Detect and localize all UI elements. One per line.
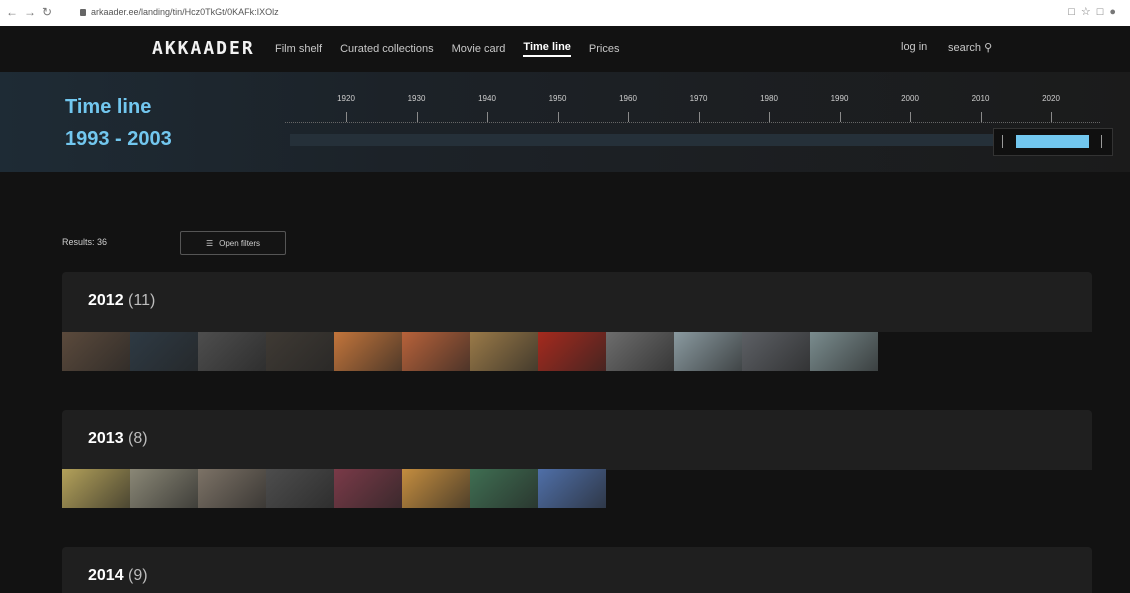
timeline-major-tick xyxy=(557,112,559,122)
film-thumbnail[interactable] xyxy=(742,332,810,371)
timeline-track[interactable] xyxy=(290,134,1000,146)
timeline-major-tick xyxy=(1051,112,1052,122)
film-thumbnail[interactable] xyxy=(538,332,606,371)
menu-item-prices[interactable]: Prices xyxy=(589,43,620,55)
year-section-2014[interactable]: 2014 (9) xyxy=(62,547,1092,593)
browser-toolbar: ←→↻ arkaader.ee/landing/tin/Hcz0TkGt/0KA… xyxy=(0,0,1130,27)
film-thumbnail[interactable] xyxy=(266,469,334,508)
timeline-major-tick xyxy=(346,112,347,122)
section-count: (8) xyxy=(128,430,148,447)
browser-nav-buttons[interactable]: ←→↻ xyxy=(6,5,58,19)
main-menu: Film shelf Curated collections Movie car… xyxy=(275,26,619,72)
site-logo[interactable]: AKKAADER xyxy=(152,38,255,59)
film-thumbnail[interactable] xyxy=(130,332,198,371)
film-thumbnail[interactable] xyxy=(470,332,538,371)
filter-icon: ☰ xyxy=(205,238,214,248)
results-count: Results: 36 xyxy=(62,237,108,247)
film-thumbnail[interactable] xyxy=(402,332,470,371)
site-header: AKKAADER Film shelf Curated collections … xyxy=(0,26,1130,72)
timeline-range: 1993 - 2003 xyxy=(65,128,172,150)
section-year: 2012 xyxy=(88,292,124,309)
film-thumbnail[interactable] xyxy=(810,332,878,371)
timeline-major-tick xyxy=(769,112,770,122)
timeline-major-tick xyxy=(628,112,629,122)
timeline-major-tick xyxy=(839,112,841,122)
timeline-year-labels: 1920 1930 1940 1950 1960 1970 1980 1990 2000 2010… xyxy=(0,94,1130,106)
year-section-2012[interactable]: 2012 (11) xyxy=(62,272,1092,332)
url-text: arkaader.ee/landing/tin/Hcz0TkGt/0KAFk:I… xyxy=(91,7,279,17)
timeline-year-label[interactable]: 1970 xyxy=(690,94,708,103)
timeline-year-label[interactable]: 1930 xyxy=(408,94,426,103)
address-bar[interactable]: arkaader.ee/landing/tin/Hcz0TkGt/0KAFk:I… xyxy=(80,4,940,20)
timeline-major-tick xyxy=(487,112,488,122)
timeline-year-label[interactable]: 1950 xyxy=(549,94,567,103)
section-count: (11) xyxy=(128,292,156,309)
open-filters-button[interactable]: ☰ Open filters xyxy=(180,231,286,255)
year-section-2013[interactable]: 2013 (8) xyxy=(62,410,1092,470)
film-thumbnail[interactable] xyxy=(266,332,334,371)
film-thumbnail[interactable] xyxy=(606,332,674,371)
section-year: 2014 xyxy=(88,567,124,584)
menu-item-time-line[interactable]: Time line xyxy=(523,41,571,57)
menu-item-curated-collections[interactable]: Curated collections xyxy=(340,43,434,55)
search-icon: ⚲ xyxy=(984,42,993,54)
timeline-major-tick xyxy=(910,112,911,122)
film-thumbnail[interactable] xyxy=(674,332,742,371)
film-thumbnail[interactable] xyxy=(62,469,130,508)
timeline-range-selector[interactable] xyxy=(993,128,1113,156)
browser-extension-icons[interactable]: □☆□● xyxy=(1068,5,1122,18)
timeline-year-label[interactable]: 1960 xyxy=(619,94,637,103)
section-year: 2013 xyxy=(88,430,124,447)
timeline-year-label[interactable]: 1920 xyxy=(337,94,355,103)
timeline-major-tick xyxy=(698,112,700,122)
range-selection-bar[interactable] xyxy=(1016,135,1089,148)
timeline-year-label[interactable]: 2000 xyxy=(901,94,919,103)
menu-item-movie-card[interactable]: Movie card xyxy=(452,43,506,55)
lock-icon xyxy=(80,9,86,16)
film-thumbnail[interactable] xyxy=(402,469,470,508)
film-thumbnail[interactable] xyxy=(198,332,266,371)
timeline-major-tick xyxy=(980,112,982,122)
section-count: (9) xyxy=(128,567,148,584)
film-thumbnail[interactable] xyxy=(334,332,402,371)
film-thumbnail[interactable] xyxy=(538,469,606,508)
range-handle-left[interactable] xyxy=(1002,135,1003,148)
film-thumbnails-2012 xyxy=(62,332,878,371)
timeline-year-label[interactable]: 1990 xyxy=(831,94,849,103)
film-thumbnail[interactable] xyxy=(470,469,538,508)
timeline-year-label[interactable]: 2020 xyxy=(1042,94,1060,103)
film-thumbnail[interactable] xyxy=(130,469,198,508)
film-thumbnails-2013 xyxy=(62,469,606,508)
timeline-year-label[interactable]: 1980 xyxy=(760,94,778,103)
menu-item-film-shelf[interactable]: Film shelf xyxy=(275,43,322,55)
timeline-year-label[interactable]: 1940 xyxy=(478,94,496,103)
film-thumbnail[interactable] xyxy=(198,469,266,508)
open-filters-label: Open filters xyxy=(219,238,261,248)
timeline-ruler xyxy=(285,112,1100,123)
range-handle-right[interactable] xyxy=(1101,135,1102,148)
search-link[interactable]: search ⚲ xyxy=(948,41,992,54)
timeline-year-label[interactable]: 2010 xyxy=(972,94,990,103)
film-thumbnail[interactable] xyxy=(62,332,130,371)
timeline-major-tick xyxy=(416,112,418,122)
timeline-banner: Time line 1993 - 2003 1920 1930 1940 1950 19… xyxy=(0,72,1130,172)
search-label: search xyxy=(948,42,982,54)
film-thumbnail[interactable] xyxy=(334,469,402,508)
login-link[interactable]: log in xyxy=(901,41,927,53)
